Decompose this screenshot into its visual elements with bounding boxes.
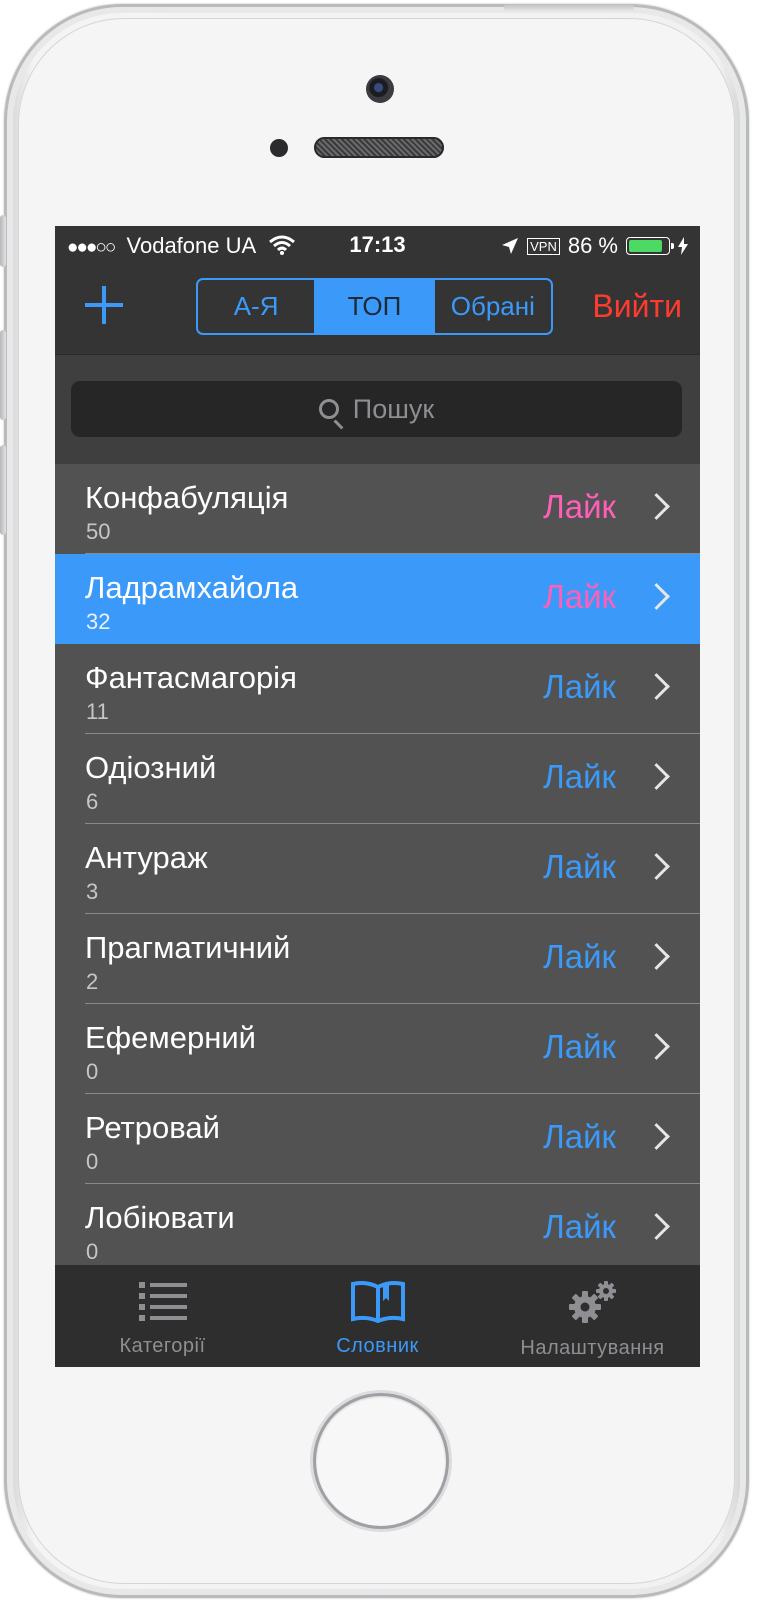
earpiece-speaker: [314, 137, 444, 158]
location-arrow-icon: [502, 238, 519, 254]
volume-up-button: [0, 330, 6, 420]
word-title: Лобіювати: [85, 1200, 235, 1235]
word-count: 6: [86, 789, 99, 814]
search-input[interactable]: Пошук: [71, 381, 682, 437]
list-icon: [138, 1282, 187, 1321]
navigation-bar: ●●●○○ Vodafone UA 17:13 VPN 86 % А-Я ТОП…: [55, 226, 700, 354]
like-button[interactable]: Лайк: [543, 488, 616, 526]
search-bar: Пошук: [55, 354, 700, 465]
tab-categories[interactable]: Категорії: [55, 1265, 270, 1367]
like-button[interactable]: Лайк: [543, 578, 616, 616]
volume-down-button: [0, 445, 6, 535]
gears-icon: [568, 1281, 616, 1323]
word-count: 32: [86, 609, 111, 634]
segment-favorites[interactable]: Обрані: [432, 280, 551, 333]
like-button[interactable]: Лайк: [543, 1118, 616, 1156]
segment-top[interactable]: ТОП: [314, 280, 433, 333]
status-bar: ●●●○○ Vodafone UA 17:13 VPN 86 %: [55, 226, 700, 266]
list-item[interactable]: Фантасмагорія 11 Лайк: [55, 644, 700, 734]
word-title: Ладрамхайола: [85, 570, 299, 605]
tab-settings[interactable]: Налаштування: [485, 1265, 700, 1367]
home-button[interactable]: [316, 1396, 446, 1526]
chevron-right-icon: [643, 673, 670, 700]
like-button[interactable]: Лайк: [543, 1208, 616, 1246]
tab-label: Налаштування: [520, 1337, 665, 1359]
list-item[interactable]: Лобіювати 0 Лайк: [55, 1184, 700, 1274]
list-item[interactable]: Конфабуляція 50 Лайк: [55, 464, 700, 554]
list-item[interactable]: Одіозний 6 Лайк: [55, 734, 700, 824]
power-button: [504, 4, 634, 11]
proximity-sensor: [270, 139, 288, 157]
sort-segmented-control: А-Я ТОП Обрані: [196, 278, 553, 335]
word-count: 50: [86, 519, 111, 544]
word-count: 0: [86, 1059, 99, 1084]
vpn-badge: VPN: [527, 237, 560, 255]
mute-switch: [0, 215, 6, 267]
word-list: Конфабуляція 50 Лайк Ладрамхайола 32 Лай…: [55, 464, 700, 1274]
like-button[interactable]: Лайк: [543, 668, 616, 706]
status-right: VPN 86 %: [501, 233, 688, 259]
tab-dictionary[interactable]: Словник: [270, 1265, 485, 1367]
word-count: 11: [86, 699, 109, 724]
add-icon[interactable]: [85, 286, 123, 324]
front-camera: [366, 75, 394, 103]
logout-button[interactable]: Вийти: [592, 288, 682, 325]
chevron-right-icon: [643, 1213, 670, 1240]
word-title: Ефемерний: [85, 1020, 256, 1055]
like-button[interactable]: Лайк: [543, 1028, 616, 1066]
word-title: Конфабуляція: [85, 480, 289, 515]
chevron-right-icon: [643, 583, 670, 610]
list-item[interactable]: Прагматичний 2 Лайк: [55, 914, 700, 1004]
tab-label: Словник: [336, 1335, 419, 1357]
like-button[interactable]: Лайк: [543, 938, 616, 976]
word-title: Антураж: [85, 840, 208, 875]
app-screen: ●●●○○ Vodafone UA 17:13 VPN 86 % А-Я ТОП…: [55, 226, 700, 1367]
list-item[interactable]: Ретровай 0 Лайк: [55, 1094, 700, 1184]
search-icon: [318, 399, 339, 419]
word-title: Ретровай: [85, 1110, 220, 1145]
word-title: Фантасмагорія: [85, 660, 297, 695]
charging-bolt-icon: [678, 237, 688, 255]
chevron-right-icon: [643, 943, 670, 970]
search-placeholder: Пошук: [352, 393, 435, 424]
chevron-right-icon: [643, 853, 670, 880]
chevron-right-icon: [643, 493, 670, 520]
tab-label: Категорії: [119, 1335, 206, 1357]
battery-percent: 86 %: [567, 233, 618, 258]
word-count: 3: [86, 879, 99, 904]
chevron-right-icon: [643, 763, 670, 790]
tab-bar: Категорії Словник Налаштування: [55, 1265, 700, 1367]
like-button[interactable]: Лайк: [543, 758, 616, 796]
word-title: Прагматичний: [85, 930, 291, 965]
chevron-right-icon: [643, 1033, 670, 1060]
list-item[interactable]: Антураж 3 Лайк: [55, 824, 700, 914]
list-item[interactable]: Ладрамхайола 32 Лайк: [55, 554, 700, 644]
word-count: 0: [86, 1149, 99, 1174]
like-button[interactable]: Лайк: [543, 848, 616, 886]
list-item[interactable]: Ефемерний 0 Лайк: [55, 1004, 700, 1094]
book-icon: [350, 1281, 405, 1323]
word-count: 0: [86, 1239, 99, 1264]
battery-icon: [626, 237, 674, 255]
word-title: Одіозний: [85, 750, 217, 785]
chevron-right-icon: [643, 1123, 670, 1150]
segment-alphabetical[interactable]: А-Я: [198, 280, 314, 333]
word-count: 2: [86, 969, 99, 994]
